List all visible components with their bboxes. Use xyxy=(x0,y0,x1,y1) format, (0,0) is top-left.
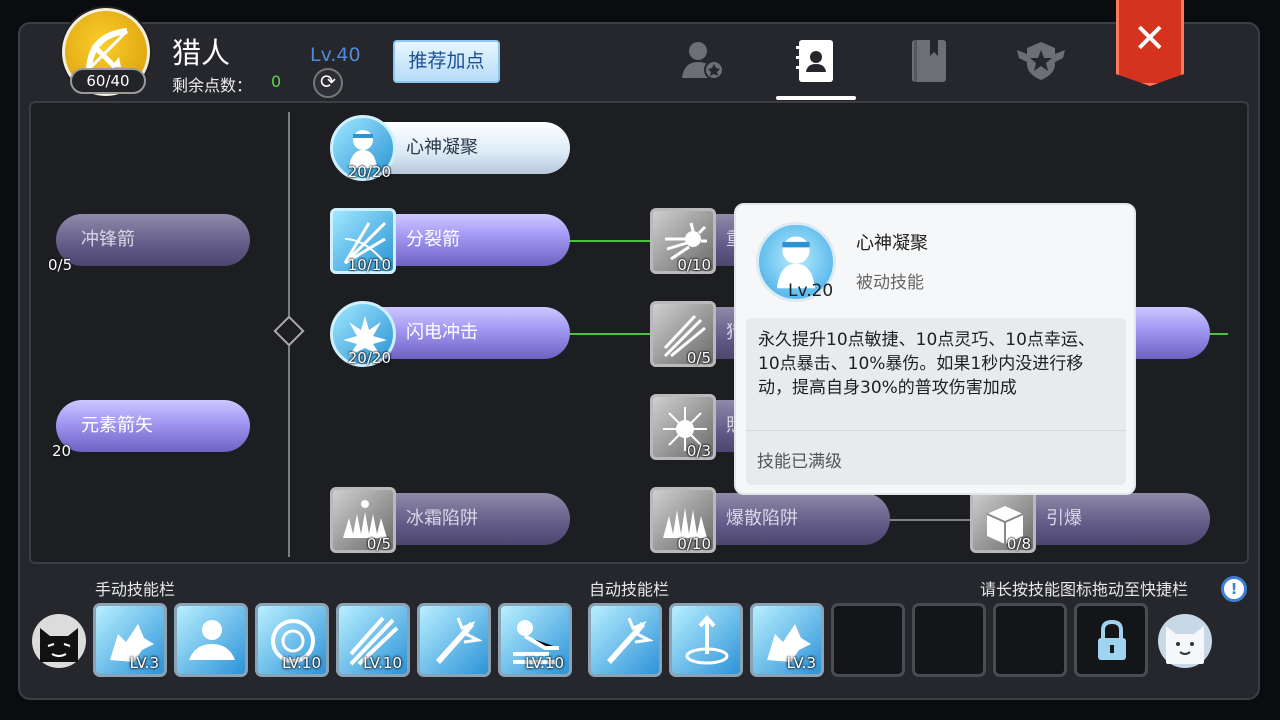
sword-burst-icon xyxy=(607,617,653,664)
black-cat-mascot-icon[interactable] xyxy=(30,612,88,670)
slot-level: LV.10 xyxy=(282,654,321,672)
skill-lightning-icon[interactable]: 20/20 xyxy=(330,301,396,367)
skill-name: 冲锋箭 xyxy=(81,229,135,250)
manual-slot-6[interactable]: LV.10 xyxy=(498,603,572,677)
tooltip-skill-type: 被动技能 xyxy=(856,273,924,293)
refresh-icon: ⟳ xyxy=(320,71,336,93)
avatar-level-badge: 60/40 xyxy=(70,68,146,94)
skill-name: 心神凝聚 xyxy=(406,137,478,158)
auto-slot-5-empty[interactable] xyxy=(912,603,986,677)
active-tab-indicator xyxy=(776,96,856,100)
skill-flash-icon[interactable]: 0/3 xyxy=(650,394,716,460)
connector-burst-detonate xyxy=(890,519,974,521)
manual-skill-bar-label: 手动技能栏 xyxy=(95,580,176,599)
skill-element-arrow[interactable]: 元素箭矢 xyxy=(56,400,250,452)
header: 60/40 猎人 剩余点数： 0 Lv.40 ⟳ 推荐加点 ✕ xyxy=(0,0,1280,100)
lock-icon xyxy=(1098,619,1126,660)
tooltip-divider xyxy=(746,430,1126,431)
remaining-points-label: 剩余点数： xyxy=(172,76,253,95)
skill-count: 0/8 xyxy=(1006,535,1031,553)
class-name: 猎人 xyxy=(172,36,231,70)
manual-slot-1[interactable]: LV.3 xyxy=(93,603,167,677)
skill-name: 元素箭矢 xyxy=(81,415,153,436)
skill-count: 20 xyxy=(52,442,72,460)
skill-count: 0/5 xyxy=(686,349,711,367)
tab-rank[interactable] xyxy=(1015,38,1065,84)
manual-slot-2[interactable] xyxy=(174,603,248,677)
contact-book-icon xyxy=(796,40,833,82)
auto-slot-2[interactable] xyxy=(669,603,743,677)
connector-split-heavy xyxy=(568,240,652,242)
connector-lightning-hunt xyxy=(568,333,652,335)
skill-count: 0/3 xyxy=(686,442,711,460)
slot-level: LV.10 xyxy=(525,654,564,672)
skill-name: 引爆 xyxy=(1046,508,1082,529)
auto-slot-1[interactable] xyxy=(588,603,662,677)
auto-slot-locked[interactable] xyxy=(1074,603,1148,677)
skill-count: 0/10 xyxy=(677,535,711,553)
auto-slot-6-empty[interactable] xyxy=(993,603,1067,677)
tab-character[interactable] xyxy=(680,38,726,84)
remaining-points-value: 0 xyxy=(271,72,282,91)
slot-level: LV.3 xyxy=(129,654,159,672)
skill-name: 闪电冲击 xyxy=(406,322,478,343)
auto-slot-4-empty[interactable] xyxy=(831,603,905,677)
tooltip-status: 技能已满级 xyxy=(757,452,842,472)
sword-burst-icon xyxy=(436,617,482,664)
auto-slot-3[interactable]: LV.3 xyxy=(750,603,824,677)
emblem-star-icon xyxy=(1017,42,1065,80)
recommend-points-button[interactable]: 推荐加点 xyxy=(393,40,500,83)
skill-name: 分裂箭 xyxy=(406,229,460,250)
slot-level: LV.3 xyxy=(786,654,816,672)
book-icon xyxy=(912,40,946,82)
manual-slot-4[interactable]: LV.10 xyxy=(336,603,410,677)
drag-hint: 请长按技能图标拖动至快捷栏 xyxy=(980,580,1189,599)
info-icon[interactable]: ! xyxy=(1221,576,1247,602)
skill-burst-trap-icon[interactable]: 0/10 xyxy=(650,487,716,553)
tooltip-skill-level: Lv.20 xyxy=(788,281,834,301)
skill-hunt-icon[interactable]: 0/5 xyxy=(650,301,716,367)
skill-split-arrow-icon[interactable]: 10/10 xyxy=(330,208,396,274)
skill-count: 0/5 xyxy=(48,256,73,274)
tooltip-skill-name: 心神凝聚 xyxy=(856,233,928,254)
white-cat-mascot-icon[interactable] xyxy=(1156,612,1214,670)
skill-detonate-icon[interactable]: 0/8 xyxy=(970,487,1036,553)
manual-slot-3[interactable]: LV.10 xyxy=(255,603,329,677)
slot-level: LV.10 xyxy=(363,654,402,672)
close-icon: ✕ xyxy=(1133,16,1167,62)
skill-frost-trap-icon[interactable]: 0/5 xyxy=(330,487,396,553)
auto-skill-bar-label: 自动技能栏 xyxy=(589,580,670,599)
skill-tooltip: Lv.20 心神凝聚 被动技能 永久提升10点敏捷、10点灵巧、10点幸运、10… xyxy=(734,203,1136,495)
skill-count: 0/5 xyxy=(366,535,391,553)
manual-slot-5[interactable] xyxy=(417,603,491,677)
skill-count: 10/10 xyxy=(347,256,391,274)
skill-count: 20/20 xyxy=(347,163,391,181)
tab-skills[interactable] xyxy=(793,38,839,84)
skill-count: 20/20 xyxy=(347,349,391,367)
skill-count: 0/10 xyxy=(677,256,711,274)
skill-heavy-icon[interactable]: 0/10 xyxy=(650,208,716,274)
character-level: Lv.40 xyxy=(310,44,361,66)
skill-focus-icon[interactable]: 20/20 xyxy=(330,115,396,181)
skill-name: 爆散陷阱 xyxy=(726,508,798,529)
close-button[interactable]: ✕ xyxy=(1116,0,1184,86)
skill-charge-arrow[interactable]: 冲锋箭 xyxy=(56,214,250,266)
meditate-icon xyxy=(189,620,235,660)
person-star-icon xyxy=(682,42,724,80)
reset-points-button[interactable]: ⟳ xyxy=(313,68,343,98)
connector-right xyxy=(1208,333,1228,335)
arrow-rain-icon xyxy=(685,614,729,665)
skill-name: 冰霜陷阱 xyxy=(406,508,478,529)
tab-manual[interactable] xyxy=(906,38,952,84)
